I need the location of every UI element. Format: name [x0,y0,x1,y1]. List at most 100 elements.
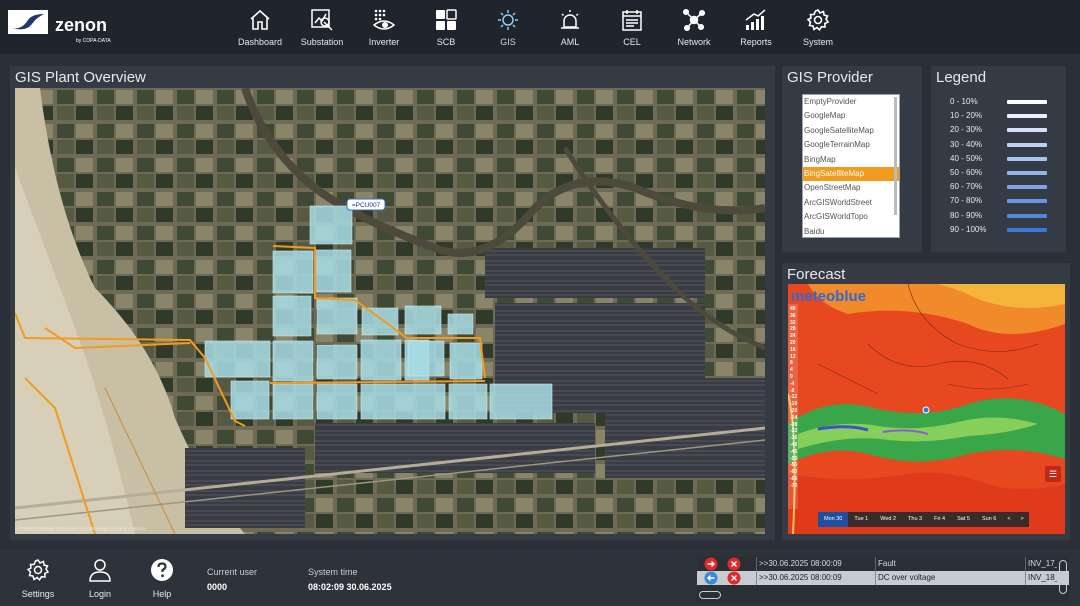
nav-system[interactable]: System [787,0,849,54]
alarm-source: INV_18_ [1025,571,1057,585]
legend-color-swatch [1007,199,1047,204]
forecast-menu-button[interactable]: ☰ [1045,466,1061,482]
nav-label: System [802,37,833,47]
help-button[interactable]: Help [137,558,187,599]
scale-tick-label: -50 [790,455,798,462]
scale-tick-label: 20 [790,339,796,346]
provider-item[interactable]: GoogleTerrainMap [803,138,899,152]
alarm-icon [561,10,579,29]
login-button[interactable]: Login [75,558,125,599]
forecast-day-selector: Mon 30 Tue 1 Wed 2 Thu 3 Fri 4 Sat 5 Sun 6 < > [818,512,1029,527]
arrow-left-icon[interactable] [704,571,718,585]
logo-subtitle: by COPA-DATA [76,38,111,44]
scale-tick-label: -20 [790,407,798,414]
satellite-map-view: =PCU007 © OpenStreetMap contributors © 2… [15,88,765,534]
legend-item-label: 80 - 90% [950,210,983,220]
scale-tick-label: 0 [790,373,793,380]
forecast-day-button[interactable]: Mon 30 [818,512,849,527]
alarm-row[interactable]: >>30.06.2025 08:00:09 DC over voltage IN… [697,571,1069,585]
forecast-day-button[interactable]: Tue 1 [848,512,874,527]
forecast-day-button[interactable]: Wed 2 [874,512,902,527]
provider-list-scrollbar[interactable] [894,97,897,215]
scale-tick-label: -28 [790,421,798,428]
alarm-time: >>30.06.2025 08:00:09 [756,571,874,585]
nav-cel[interactable]: CEL [601,0,663,54]
provider-item[interactable]: BingMap [803,153,899,167]
nav-label: Network [677,37,711,47]
network-icon [682,8,706,32]
forecast-day-button[interactable]: Thu 3 [902,512,928,527]
current-user-label: Current user [207,567,258,577]
chevron-left-icon[interactable]: < [1002,512,1015,527]
provider-item-selected[interactable]: BingSatelliteMap [803,166,899,182]
gis-provider-list[interactable]: EmptyProvider GoogleMap GoogleSatelliteM… [802,94,900,238]
scale-tick-label: 28 [790,326,796,333]
meteoblue-logo: meteoblue [791,288,867,305]
gis-map[interactable]: =PCU007 © OpenStreetMap contributors © 2… [15,88,765,534]
gis-panel-title: GIS Plant Overview [15,69,146,86]
scale-tick-label: 4 [790,367,793,374]
legend-color-swatch [1007,156,1047,161]
alarm-text: Fault [875,557,1025,571]
provider-item[interactable]: EmptyProvider [803,95,899,109]
top-navigation-bar: zenon by COPA-DATA Dashboard Substation … [0,0,1080,54]
legend-item-label: 30 - 40% [950,139,983,149]
nav-inverter[interactable]: Inverter [353,0,415,54]
forecast-weather-map[interactable]: meteoblue 40 36 32 28 24 20 16 12 8 4 0 -4 -8 -12 -16-… [788,284,1065,534]
nav-dashboard[interactable]: Dashboard [229,0,291,54]
legend-color-swatch [1007,100,1047,104]
provider-item[interactable]: Baidu [803,225,899,239]
scale-tick-label: 8 [790,360,793,367]
scale-tick-label: -36 [790,435,798,442]
help-icon [151,559,173,581]
scale-tick-label: -4 [790,380,795,387]
alarm-time: >>30.06.2025 08:00:09 [756,557,874,571]
nav-substation[interactable]: Substation [291,0,353,54]
provider-item[interactable]: ArcGISWorldTopo [803,210,899,224]
scale-tick-label: -8 [790,387,795,394]
settings-button[interactable]: Settings [13,558,63,599]
forecast-day-button[interactable]: Sun 6 [976,512,1002,527]
temperature-map [788,284,1065,534]
alarm-horizontal-scrollbar[interactable] [699,591,721,599]
scb-icon [436,9,457,30]
scale-tick-label: -65 [790,475,798,482]
legend-item-label: 10 - 20% [950,111,983,121]
forecast-day-button[interactable]: Fri 4 [928,512,951,527]
scale-tick-label: 40 [790,306,796,312]
forecast-day-button[interactable]: Sat 5 [951,512,976,527]
alarm-vertical-scrollbar[interactable] [1059,560,1067,594]
scale-tick-label: 16 [790,346,796,353]
legend-item-label: 70 - 80% [950,196,983,206]
nav-label: Inverter [368,37,400,47]
chevron-right-icon[interactable]: > [1016,512,1029,527]
nav-aml[interactable]: AML [539,0,601,54]
pcu-marker-label[interactable]: =PCU007 [352,202,381,209]
legend-color-swatch [1007,227,1047,232]
scale-tick-label: 12 [790,353,796,360]
close-circle-icon[interactable] [727,557,741,571]
nav-label: Dashboard [237,37,283,47]
nav-gis[interactable]: GIS [477,0,539,54]
current-user-value: 0000 [207,582,228,592]
home-icon [250,9,270,30]
scale-tick-label: -45 [790,448,798,455]
nav-scb[interactable]: SCB [415,0,477,54]
legend-item-label: 60 - 70% [950,182,983,192]
close-circle-icon[interactable] [727,571,741,585]
nav-reports[interactable]: Reports [725,0,787,54]
gis-icon [498,10,518,30]
nav-label: GIS [500,37,516,47]
nav-network[interactable]: Network [663,0,725,54]
provider-item[interactable]: ArcGISWorldStreet [803,196,899,210]
provider-item[interactable]: GoogleMap [803,109,899,123]
provider-item[interactable]: GoogleSatelliteMap [803,124,899,138]
alarm-list: >>30.06.2025 08:00:09 Fault INV_17_I >>3… [697,556,1069,602]
settings-icon [26,559,50,581]
provider-item[interactable]: OpenStreetMap [803,181,899,195]
scale-tick-label: -60 [790,469,798,476]
arrow-right-icon[interactable] [704,557,718,571]
legend-item-label: 90 - 100% [950,224,987,234]
alarm-row[interactable]: >>30.06.2025 08:00:09 Fault INV_17_I [697,557,1069,571]
scale-tick-label: 24 [790,333,796,340]
